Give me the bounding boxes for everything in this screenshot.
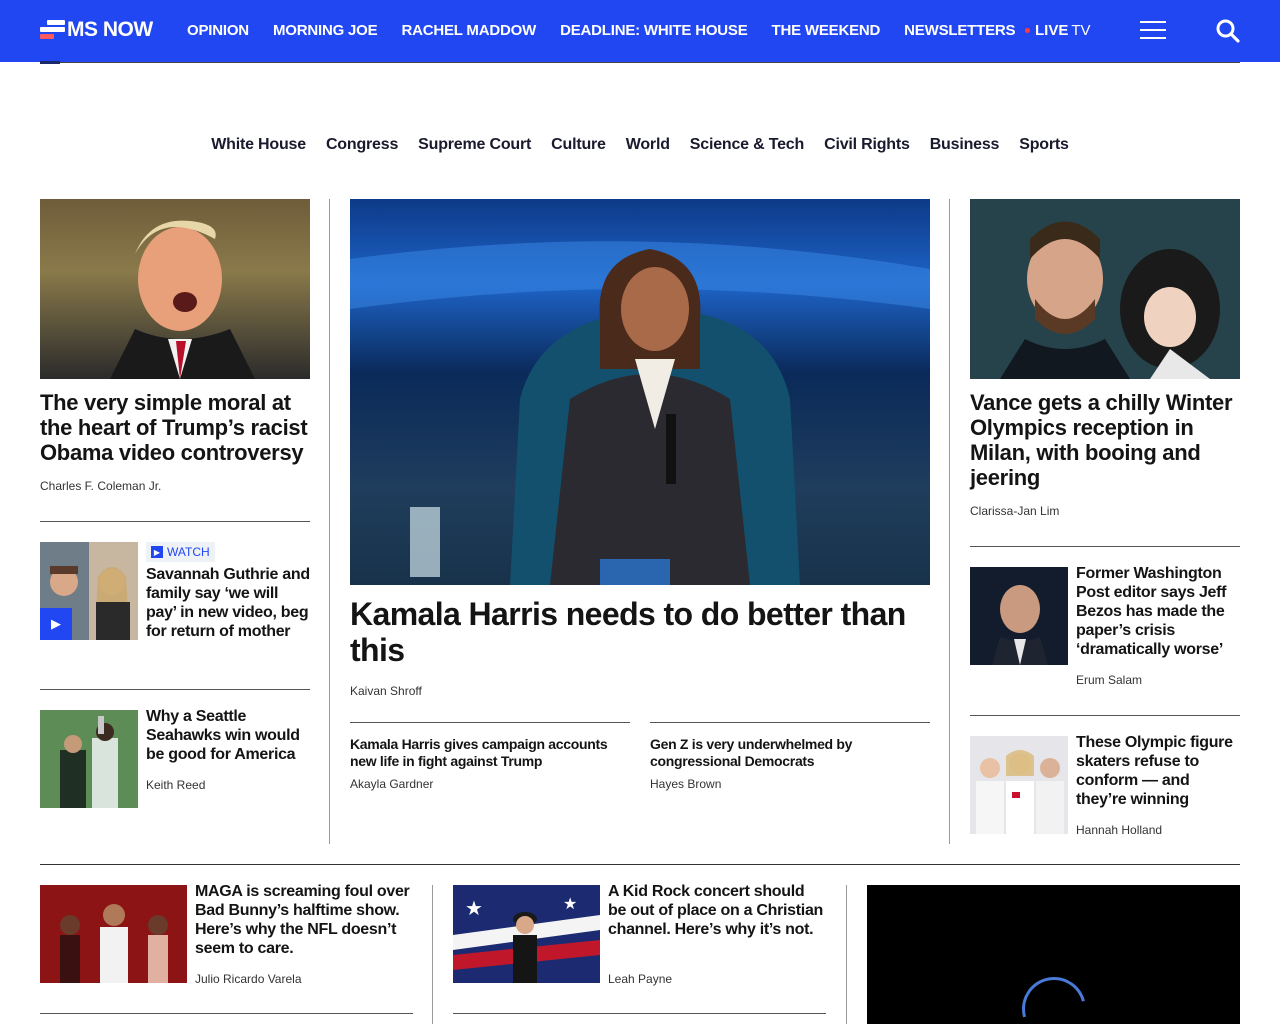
section-science-tech[interactable]: Science & Tech xyxy=(690,136,804,154)
nav-item-opinion[interactable]: OPINION xyxy=(187,22,249,39)
story-byline-gen-z[interactable]: Hayes Brown xyxy=(650,777,721,791)
story-image-trump[interactable] xyxy=(40,199,310,379)
story-headline-trump[interactable]: The very simple moral at the heart of Tr… xyxy=(40,390,310,465)
story-byline-bezos[interactable]: Erum Salam xyxy=(1076,673,1142,687)
column-divider-left xyxy=(329,199,330,844)
story-byline-seahawks[interactable]: Keith Reed xyxy=(146,778,205,792)
story-divider xyxy=(970,546,1240,547)
story-byline-trump[interactable]: Charles F. Coleman Jr. xyxy=(40,479,161,493)
story-byline-kid-rock[interactable]: Leah Payne xyxy=(608,972,672,986)
tv-label: TV xyxy=(1071,22,1091,39)
svg-text:★: ★ xyxy=(563,894,577,913)
logo-mark-icon xyxy=(40,20,65,40)
story-divider xyxy=(970,715,1240,716)
story-byline-harris-campaign[interactable]: Akayla Gardner xyxy=(350,777,433,791)
story-divider xyxy=(40,521,310,522)
column-divider-bottom-right xyxy=(846,885,847,1024)
nav-item-the-weekend[interactable]: THE WEEKEND xyxy=(772,22,881,39)
video-player[interactable] xyxy=(867,885,1240,1024)
section-world[interactable]: World xyxy=(626,136,670,154)
section-civil-rights[interactable]: Civil Rights xyxy=(824,136,910,154)
story-headline-seahawks[interactable]: Why a Seattle Seahawks win would be good… xyxy=(146,707,310,764)
column-divider-right xyxy=(949,199,950,844)
story-image-kid-rock[interactable]: ★ ★ xyxy=(453,885,600,983)
story-image-skaters[interactable] xyxy=(970,736,1068,834)
story-divider xyxy=(650,722,930,723)
nav-item-rachel-maddow[interactable]: RACHEL MADDOW xyxy=(401,22,536,39)
story-divider xyxy=(453,1013,826,1014)
story-headline-skaters[interactable]: These Olympic figure skaters refuse to c… xyxy=(1076,733,1240,809)
section-culture[interactable]: Culture xyxy=(551,136,606,154)
story-image-harris[interactable] xyxy=(350,199,930,585)
story-headline-bad-bunny[interactable]: MAGA is screaming foul over Bad Bunny’s … xyxy=(195,882,413,958)
live-tv-link[interactable]: LIVE TV xyxy=(1025,22,1091,39)
story-headline-guthrie[interactable]: Savannah Guthrie and family say ‘we will… xyxy=(146,565,310,641)
play-icon: ▶ xyxy=(151,546,163,558)
nav-item-newsletters[interactable]: NEWSLETTERS xyxy=(904,22,1015,39)
story-headline-kid-rock[interactable]: A Kid Rock concert should be out of plac… xyxy=(608,882,826,939)
nav-item-morning-joe[interactable]: MORNING JOE xyxy=(273,22,378,39)
story-image-seahawks[interactable] xyxy=(40,710,138,808)
header-divider-accent xyxy=(40,61,60,64)
top-nav-bar: MS NOW OPINION MORNING JOE RACHEL MADDOW… xyxy=(0,0,1280,62)
story-image-bad-bunny[interactable] xyxy=(40,885,187,983)
live-label: LIVE xyxy=(1035,22,1069,39)
story-divider xyxy=(40,689,310,690)
section-sports[interactable]: Sports xyxy=(1019,136,1069,154)
section-supreme-court[interactable]: Supreme Court xyxy=(418,136,531,154)
story-image-vance[interactable] xyxy=(970,199,1240,379)
story-headline-gen-z[interactable]: Gen Z is very underwhelmed by congressio… xyxy=(650,736,930,770)
live-dot-icon xyxy=(1025,28,1030,33)
watch-badge-label: WATCH xyxy=(167,545,210,559)
story-divider xyxy=(40,1013,413,1014)
section-business[interactable]: Business xyxy=(930,136,1000,154)
search-icon[interactable] xyxy=(1215,18,1241,44)
play-video-button[interactable]: ▶ xyxy=(40,608,72,640)
story-image-bezos[interactable] xyxy=(970,567,1068,665)
story-divider xyxy=(350,722,630,723)
loading-spinner-icon xyxy=(1010,965,1098,1024)
site-logo[interactable]: MS NOW xyxy=(40,18,153,42)
story-headline-harris-campaign[interactable]: Kamala Harris gives campaign accounts ne… xyxy=(350,736,630,770)
svg-text:★: ★ xyxy=(465,896,483,920)
primary-nav: OPINION MORNING JOE RACHEL MADDOW DEADLI… xyxy=(187,22,1039,39)
header-divider xyxy=(40,62,1240,63)
logo-text: MS NOW xyxy=(67,18,153,41)
story-byline-harris[interactable]: Kaivan Shroff xyxy=(350,684,422,698)
watch-badge: ▶ WATCH xyxy=(146,542,215,562)
menu-icon[interactable] xyxy=(1140,19,1166,41)
section-nav: White House Congress Supreme Court Cultu… xyxy=(0,136,1280,154)
section-congress[interactable]: Congress xyxy=(326,136,398,154)
story-headline-harris[interactable]: Kamala Harris needs to do better than th… xyxy=(350,596,930,668)
story-byline-skaters[interactable]: Hannah Holland xyxy=(1076,823,1162,837)
column-divider-bottom-left xyxy=(432,885,433,1024)
story-headline-bezos[interactable]: Former Washington Post editor says Jeff … xyxy=(1076,564,1240,659)
story-byline-vance[interactable]: Clarissa-Jan Lim xyxy=(970,504,1059,518)
section-white-house[interactable]: White House xyxy=(211,136,306,154)
story-headline-vance[interactable]: Vance gets a chilly Winter Olympics rece… xyxy=(970,390,1240,490)
section-divider xyxy=(40,864,1240,865)
story-byline-bad-bunny[interactable]: Julio Ricardo Varela xyxy=(195,972,302,986)
nav-item-deadline-white-house[interactable]: DEADLINE: WHITE HOUSE xyxy=(560,22,748,39)
